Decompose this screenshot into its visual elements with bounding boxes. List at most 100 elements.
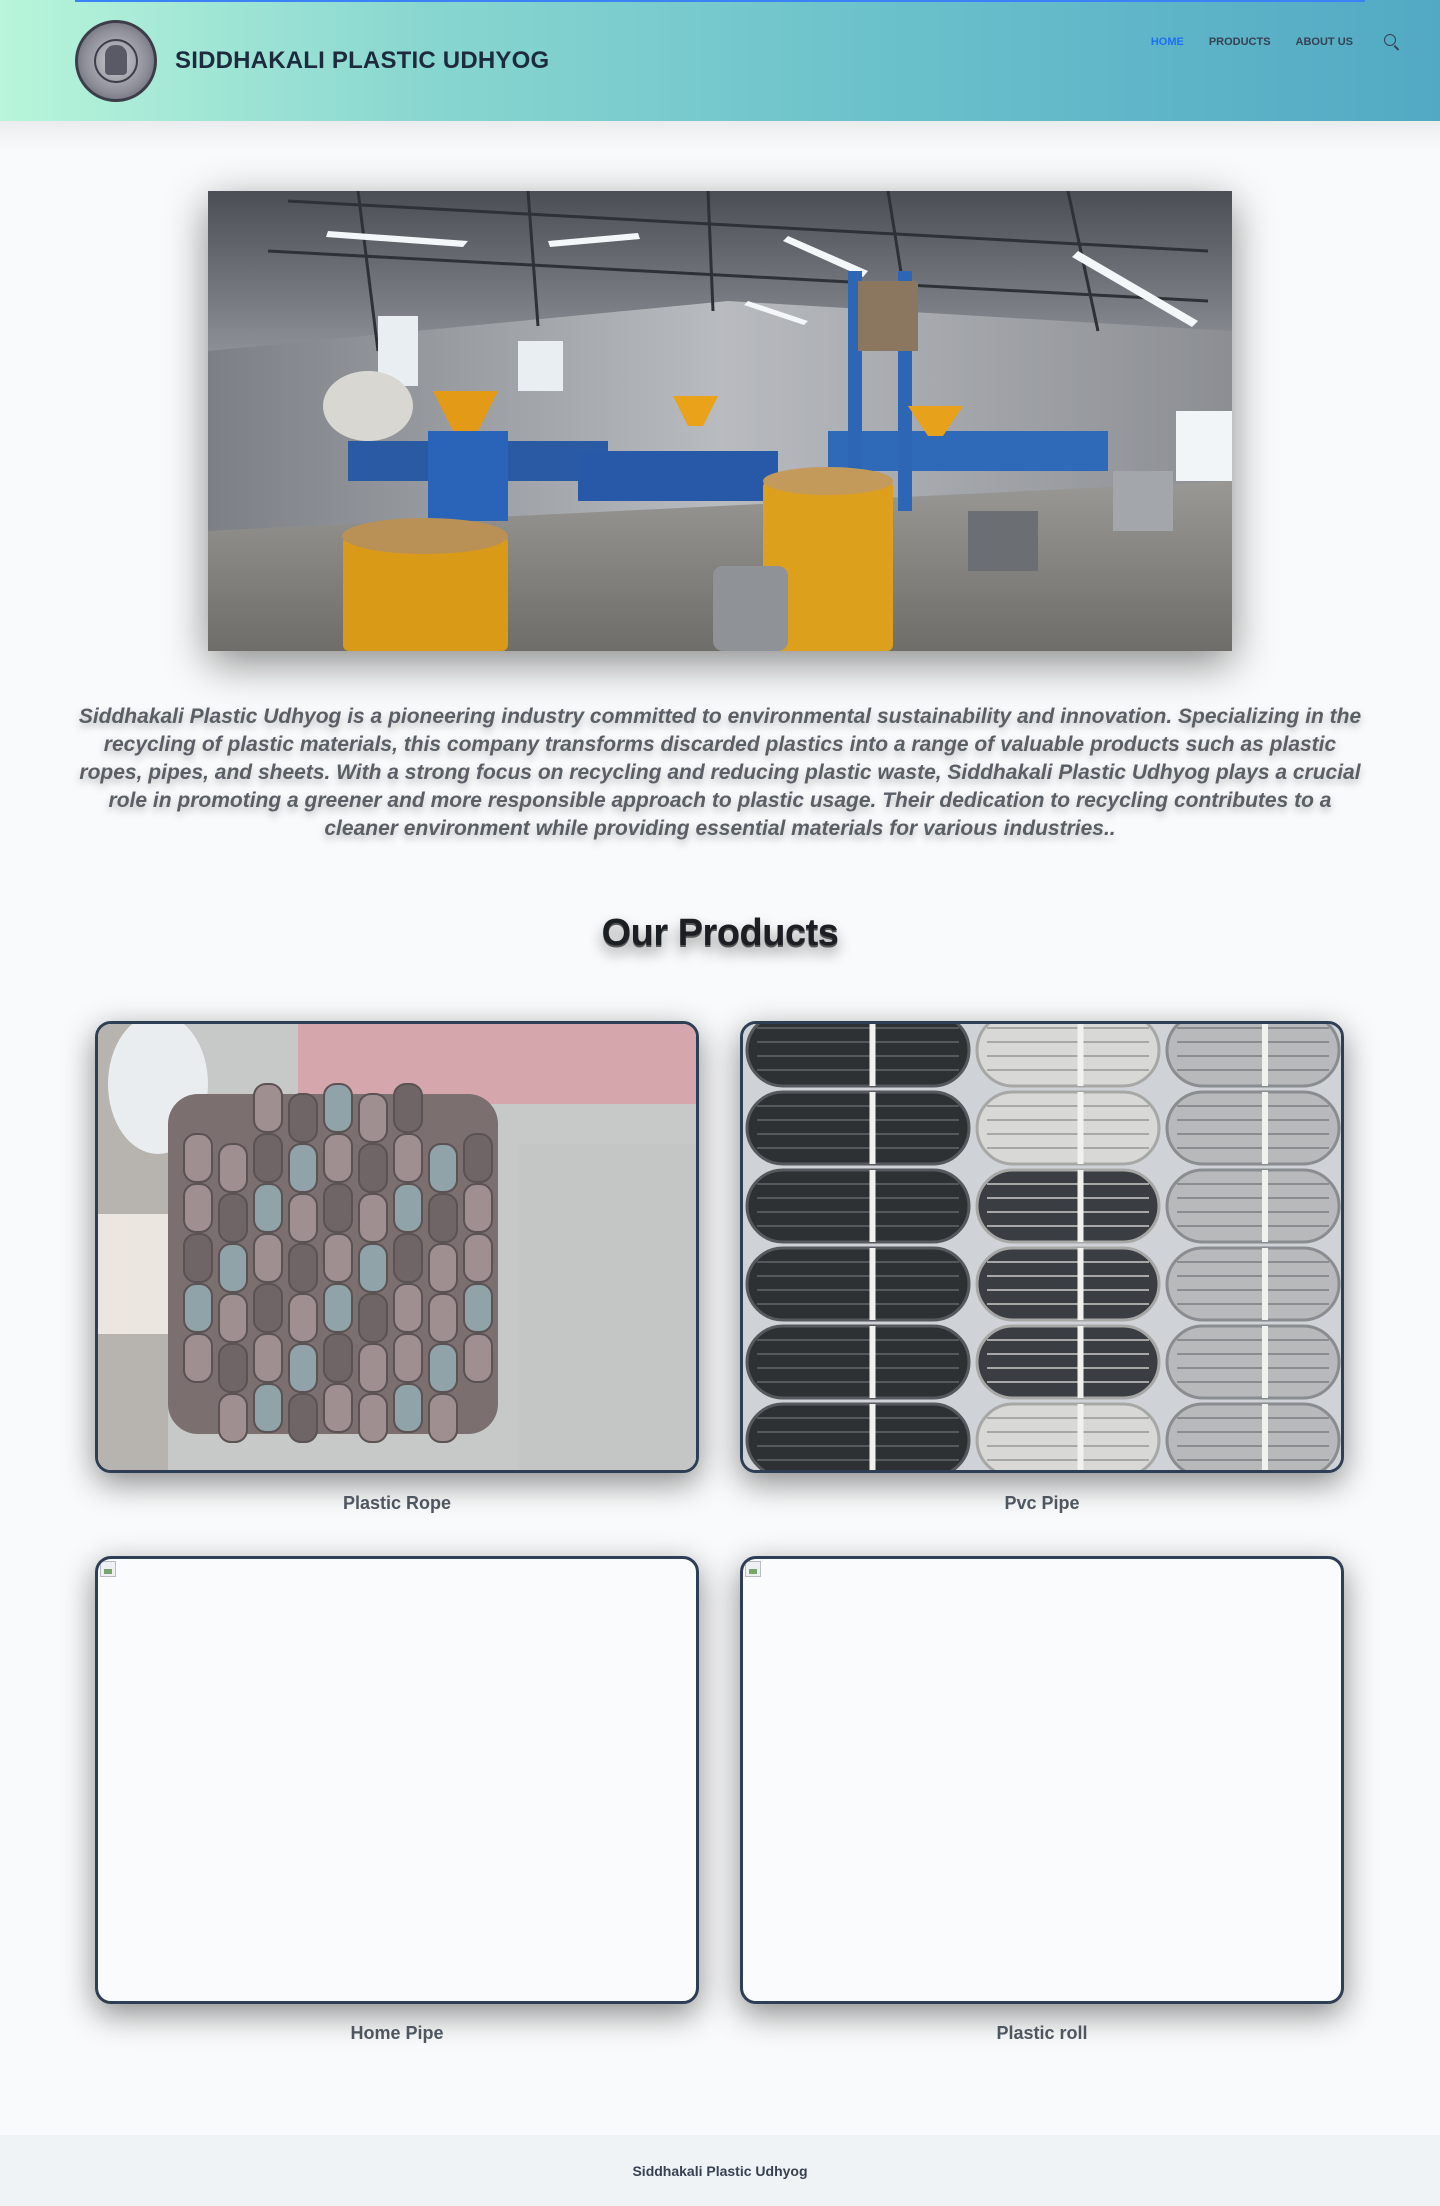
pipe-coil (745, 1324, 971, 1400)
plastic-rope-image (98, 1024, 696, 1470)
company-logo[interactable] (75, 20, 157, 102)
pipe-coil-tie (869, 1326, 876, 1398)
rope-roll (218, 1243, 248, 1293)
rope-roll (288, 1193, 318, 1243)
rope-roll (463, 1333, 493, 1383)
rope-roll (323, 1283, 353, 1333)
pipe-coil (1165, 1402, 1341, 1470)
pipe-coil-tie (1077, 1248, 1084, 1320)
rope-roll (183, 1283, 213, 1333)
rope-roll (358, 1193, 388, 1243)
pipe-coil-tie (1262, 1092, 1268, 1164)
pipe-coil-tie (1077, 1092, 1084, 1164)
rope-roll (428, 1343, 458, 1393)
pipe-coil (745, 1090, 971, 1166)
rope-roll (428, 1193, 458, 1243)
pipe-coil-tie (869, 1024, 876, 1086)
rope-roll (183, 1233, 213, 1283)
header-top-line (75, 0, 1365, 2)
rope-roll (428, 1393, 458, 1443)
rope-roll (288, 1093, 318, 1143)
rope-roll (253, 1233, 283, 1283)
rope-roll (393, 1333, 423, 1383)
rope-roll (358, 1143, 388, 1193)
product-label-pvc-pipe[interactable]: Pvc Pipe (740, 1493, 1344, 1514)
search-icon[interactable] (1383, 33, 1400, 51)
pipe-coil-tie (1077, 1170, 1084, 1242)
pipe-coil-tie (1077, 1024, 1084, 1086)
rope-roll (288, 1143, 318, 1193)
pipe-coil-tie (869, 1404, 876, 1470)
nav-products[interactable]: PRODUCTS (1209, 36, 1271, 48)
pipe-coil-tie (1262, 1170, 1268, 1242)
footer-text: Siddhakali Plastic Udhyog (632, 2162, 808, 2179)
product-label-plastic-roll[interactable]: Plastic roll (740, 2023, 1344, 2044)
rope-roll (323, 1083, 353, 1133)
about-description: Siddhakali Plastic Udhyog is a pioneerin… (78, 705, 1362, 840)
rope-roll (253, 1183, 283, 1233)
rope-roll (358, 1243, 388, 1293)
rope-roll (253, 1383, 283, 1433)
pipe-coil-tie (1262, 1404, 1268, 1470)
rope-roll (288, 1343, 318, 1393)
pipe-coil-tie (869, 1170, 876, 1242)
nav-home[interactable]: HOME (1151, 36, 1184, 48)
rope-roll (463, 1183, 493, 1233)
pipe-coil (1165, 1324, 1341, 1400)
pipe-coil (745, 1246, 971, 1322)
pipe-coil (975, 1246, 1161, 1322)
pipe-coil (745, 1402, 971, 1470)
rope-roll (393, 1233, 423, 1283)
rope-roll (463, 1283, 493, 1333)
site-footer: Siddhakali Plastic Udhyog (0, 2135, 1440, 2206)
logo-emblem (105, 45, 127, 75)
pipe-coil-tie (1262, 1024, 1268, 1086)
rope-roll (393, 1383, 423, 1433)
pipe-coil (1165, 1090, 1341, 1166)
rope-roll (463, 1233, 493, 1283)
rope-roll (323, 1333, 353, 1383)
rope-roll (428, 1243, 458, 1293)
rope-roll (218, 1193, 248, 1243)
product-card-home-pipe[interactable] (95, 1556, 699, 2004)
rope-roll (428, 1143, 458, 1193)
pvc-pipe-image (743, 1024, 1341, 1470)
rope-roll (218, 1143, 248, 1193)
site-header: SIDDHAKALI PLASTIC UDHYOG HOME PRODUCTS … (0, 0, 1440, 121)
rope-roll (183, 1183, 213, 1233)
rope-roll (253, 1283, 283, 1333)
rope-roll (323, 1383, 353, 1433)
product-card-pvc-pipe[interactable] (740, 1021, 1344, 1473)
rope-roll (288, 1243, 318, 1293)
brand-title[interactable]: SIDDHAKALI PLASTIC UDHYOG (175, 47, 549, 75)
pipe-coil-tie (869, 1248, 876, 1320)
pipe-coil-tie (1262, 1248, 1268, 1320)
broken-image-icon (745, 1561, 761, 1577)
rope-roll (183, 1133, 213, 1183)
main-nav: HOME PRODUCTS ABOUT US (1126, 33, 1400, 51)
nav-about-us[interactable]: ABOUT US (1296, 36, 1353, 48)
rope-roll (288, 1393, 318, 1443)
product-label-plastic-rope[interactable]: Plastic Rope (95, 1493, 699, 1514)
pipe-coil (975, 1402, 1161, 1470)
rope-roll (253, 1133, 283, 1183)
rope-roll (358, 1093, 388, 1143)
product-card-plastic-roll[interactable] (740, 1556, 1344, 2004)
rope-roll (393, 1183, 423, 1233)
pipe-coil (1165, 1246, 1341, 1322)
pipe-coil (975, 1324, 1161, 1400)
rope-roll (463, 1133, 493, 1183)
header-shadow (0, 121, 1440, 151)
rope-roll (358, 1293, 388, 1343)
rope-roll (288, 1293, 318, 1343)
product-label-home-pipe[interactable]: Home Pipe (95, 2023, 699, 2044)
rope-roll (428, 1293, 458, 1343)
pipe-coils (745, 1024, 1341, 1470)
pipe-coil-tie (1077, 1404, 1084, 1470)
pipe-coil (745, 1168, 971, 1244)
product-card-plastic-rope[interactable] (95, 1021, 699, 1473)
pipe-coil (1165, 1168, 1341, 1244)
rope-roll (323, 1183, 353, 1233)
pipe-coil (975, 1090, 1161, 1166)
rope-roll (253, 1083, 283, 1133)
